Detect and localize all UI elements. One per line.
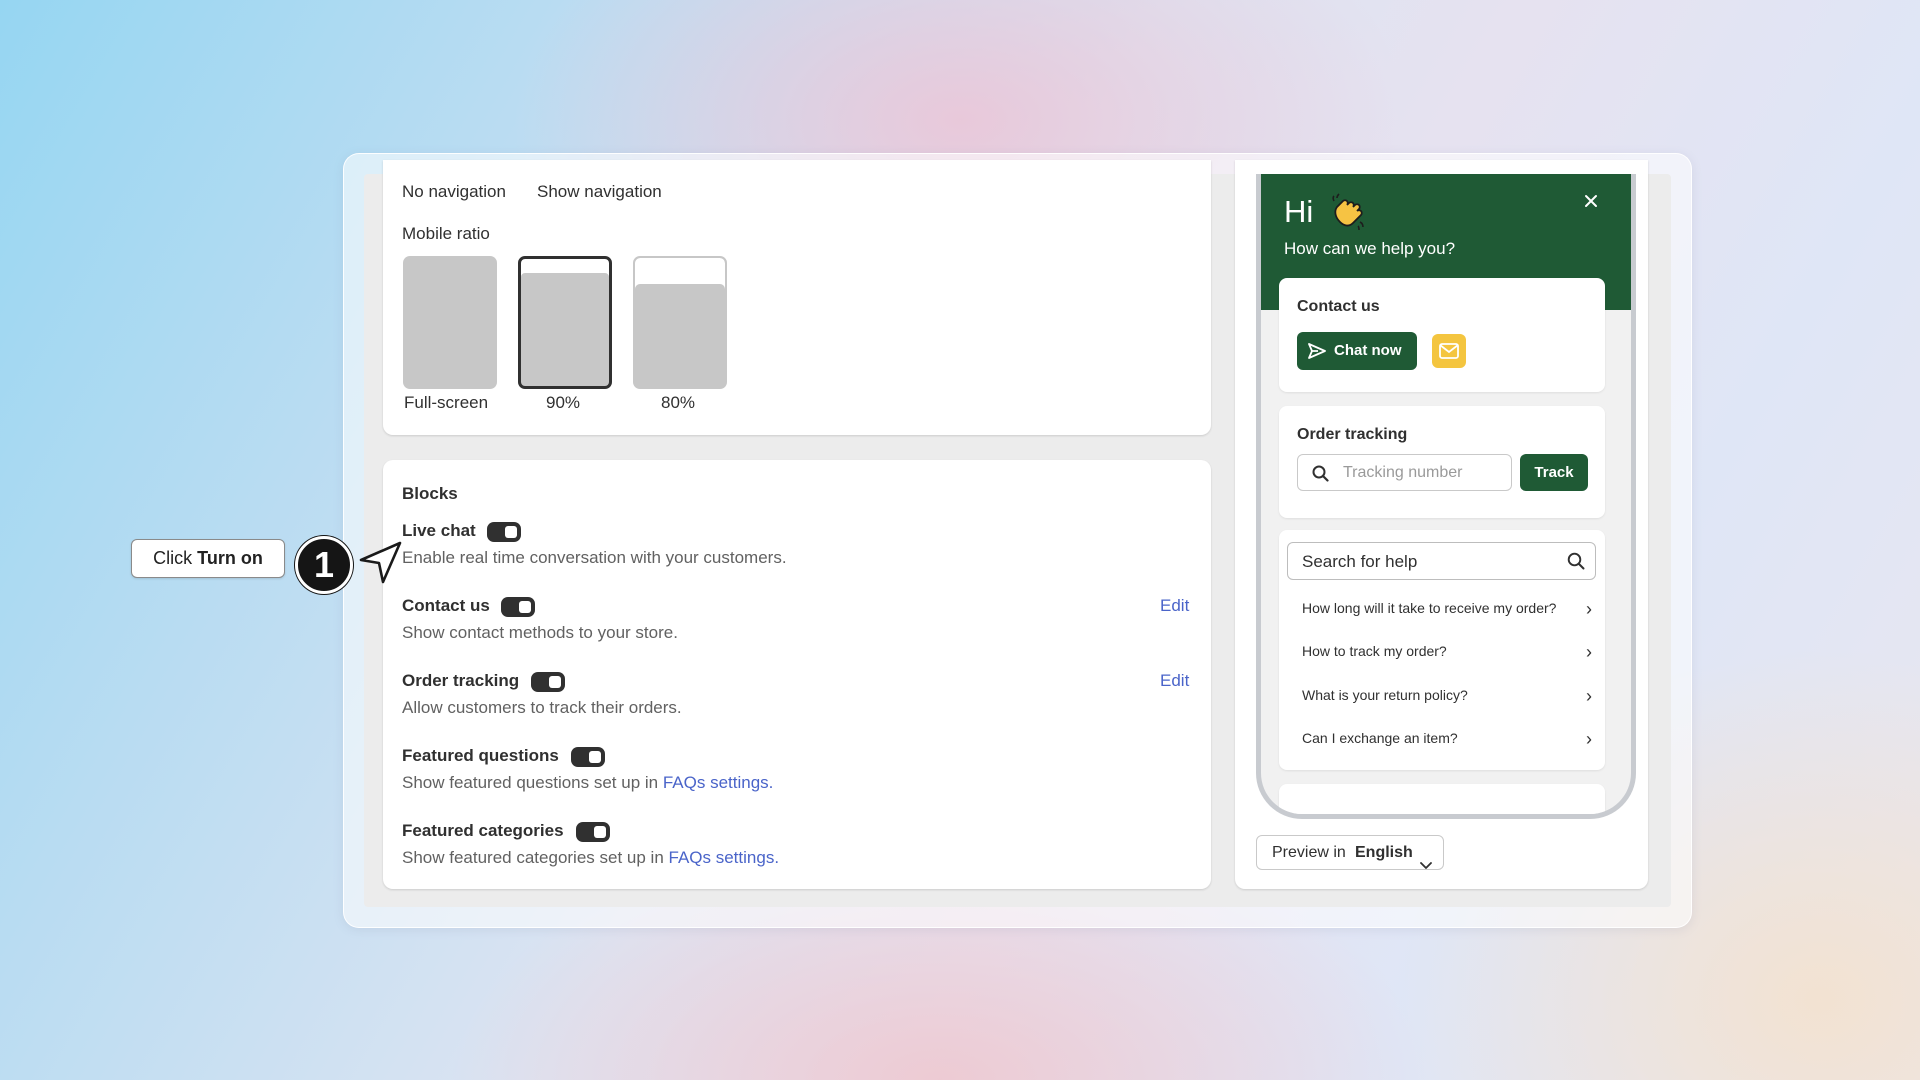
faq-item[interactable]: How to track my order? ›	[1302, 642, 1592, 662]
search-icon[interactable]	[1567, 552, 1585, 575]
faq-question: What is your return policy?	[1302, 687, 1468, 703]
widget-preview: Hi How can we help you? Contact us Chat …	[1256, 174, 1636, 819]
chevron-right-icon: ›	[1586, 642, 1592, 662]
callout-action: Turn on	[197, 548, 263, 568]
waving-hand-icon	[1328, 192, 1368, 232]
send-icon	[1308, 343, 1326, 363]
order-tracking-heading: Order tracking	[1297, 426, 1408, 443]
blocks-title: Blocks	[402, 484, 458, 503]
contact-us-toggle[interactable]	[501, 597, 535, 617]
featured-questions-desc-text: Show featured questions set up in	[402, 773, 663, 792]
close-icon[interactable]	[1584, 194, 1598, 208]
mail-icon	[1439, 343, 1459, 364]
block-featured-questions-title: Featured questions	[402, 746, 559, 765]
ratio-label: Full-screen	[404, 393, 489, 412]
contact-us-edit-link[interactable]: Edit	[1160, 596, 1189, 616]
next-widget-card	[1279, 784, 1605, 814]
track-button-label: Track	[1534, 464, 1574, 481]
featured-categories-toggle[interactable]	[576, 822, 610, 842]
search-help-input[interactable]: Search for help	[1287, 542, 1596, 580]
ratio-thumbnail-selected	[518, 256, 612, 389]
featured-categories-desc-text: Show featured categories set up in	[402, 848, 669, 867]
chevron-right-icon: ›	[1586, 729, 1592, 749]
chevron-right-icon: ›	[1586, 599, 1592, 619]
preview-in-label: Preview in	[1272, 844, 1346, 861]
block-contact-us-desc: Show contact methods to your store.	[402, 623, 678, 642]
search-icon	[1312, 465, 1329, 487]
block-order-tracking-desc: Allow customers to track their orders.	[402, 698, 682, 717]
block-featured-questions-desc: Show featured questions set up in FAQs s…	[402, 773, 773, 793]
block-live-chat-title: Live chat	[402, 521, 476, 540]
order-tracking-widget-card: Order tracking Tracking number Track	[1279, 406, 1605, 518]
chat-now-label: Chat now	[1334, 342, 1402, 359]
tracking-number-input[interactable]: Tracking number	[1297, 454, 1512, 491]
widget-greeting: Hi	[1284, 194, 1314, 229]
contact-us-heading: Contact us	[1297, 298, 1380, 315]
block-live-chat-desc: Enable real time conversation with your …	[402, 548, 787, 567]
faq-item[interactable]: Can I exchange an item? ›	[1302, 729, 1592, 749]
nav-option-no-navigation[interactable]: No navigation	[402, 182, 506, 202]
ratio-thumbnail	[633, 256, 727, 389]
chat-now-button[interactable]: Chat now	[1297, 332, 1417, 370]
faq-item[interactable]: What is your return policy? ›	[1302, 686, 1592, 706]
faqs-settings-link[interactable]: FAQs settings.	[663, 773, 774, 792]
search-help-placeholder: Search for help	[1302, 552, 1418, 571]
live-chat-toggle[interactable]	[487, 522, 521, 542]
tracking-number-placeholder: Tracking number	[1343, 464, 1463, 481]
mobile-ratio-label: Mobile ratio	[402, 224, 490, 243]
email-button[interactable]	[1432, 334, 1466, 368]
widget-subtitle: How can we help you?	[1284, 239, 1456, 258]
contact-us-widget-card: Contact us Chat now	[1279, 278, 1605, 392]
faq-question: Can I exchange an item?	[1302, 730, 1458, 746]
faq-question: How long will it take to receive my orde…	[1302, 600, 1557, 616]
featured-questions-toggle[interactable]	[571, 747, 605, 767]
ratio-thumbnail	[403, 256, 497, 389]
blocks-card: Blocks Live chat Enable real time conver…	[383, 460, 1211, 889]
chevron-down-icon	[1420, 849, 1432, 882]
ratio-label: 90%	[546, 393, 581, 412]
faq-item[interactable]: How long will it take to receive my orde…	[1302, 599, 1592, 619]
track-button[interactable]: Track	[1520, 454, 1588, 491]
block-featured-categories-desc: Show featured categories set up in FAQs …	[402, 848, 779, 868]
block-order-tracking-title: Order tracking	[402, 671, 520, 690]
tutorial-callout: Click Turn on	[131, 539, 285, 578]
help-search-widget-card: Search for help How long will it take to…	[1279, 530, 1605, 770]
faqs-settings-link[interactable]: FAQs settings.	[669, 848, 780, 867]
callout-prefix: Click	[153, 548, 198, 568]
cursor-arrow-icon	[358, 540, 404, 586]
order-tracking-toggle[interactable]	[531, 672, 565, 692]
nav-option-show-navigation[interactable]: Show navigation	[537, 182, 662, 202]
preview-language-value: English	[1355, 844, 1413, 861]
step-number-badge: 1	[295, 536, 353, 594]
layout-settings-card: No navigation Show navigation Mobile rat…	[383, 160, 1211, 435]
ratio-label: 80%	[661, 393, 696, 412]
preview-language-select[interactable]: Preview in English	[1256, 835, 1444, 870]
chevron-right-icon: ›	[1586, 686, 1592, 706]
block-contact-us-title: Contact us	[402, 596, 490, 615]
faq-question: How to track my order?	[1302, 643, 1447, 659]
order-tracking-edit-link[interactable]: Edit	[1160, 671, 1189, 691]
block-featured-categories-title: Featured categories	[402, 821, 564, 840]
